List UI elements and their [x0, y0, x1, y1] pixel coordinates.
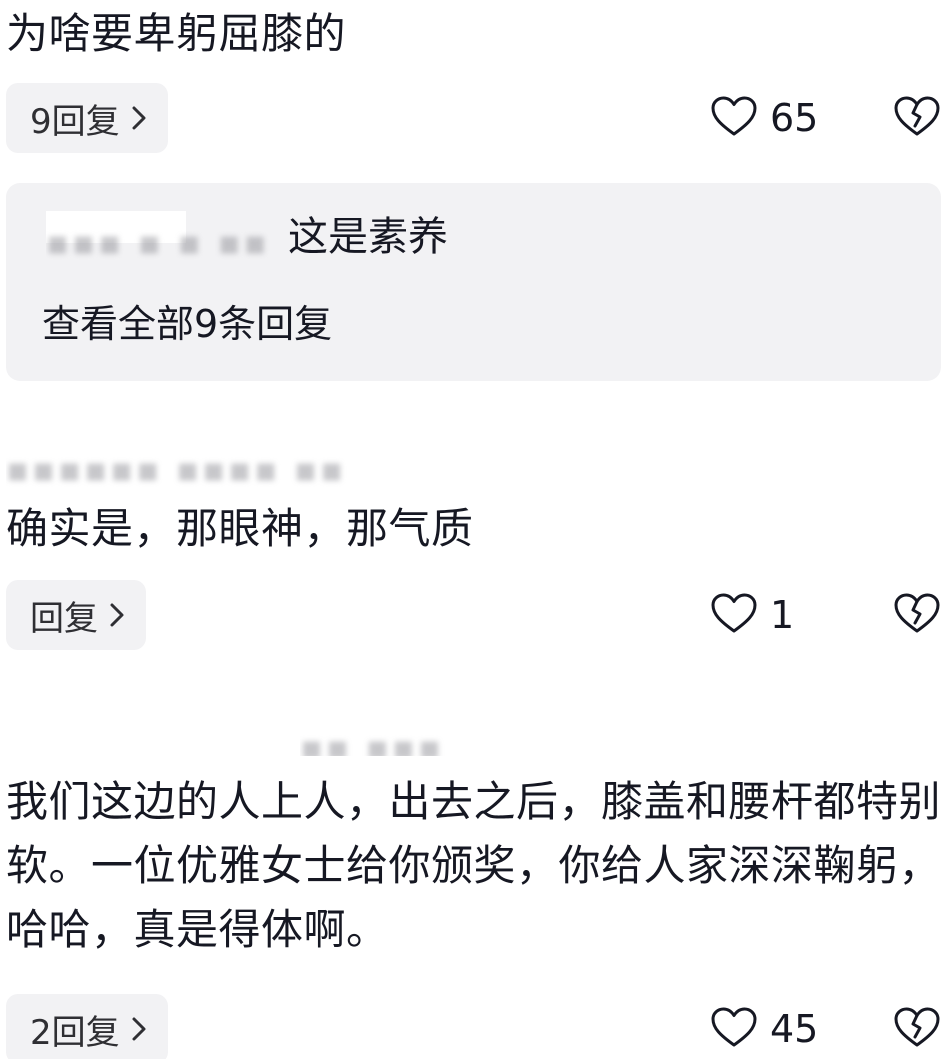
sub-reply-username: ▪▪▪ ▪ ▪ ▪▪ , — [46, 211, 281, 261]
comment-author[interactable]: ▪▪▪▪▪▪ ▪▪▪▪ ▪▪ — [6, 450, 466, 490]
blurred-username: ▪▪▪ ▪ ▪ ▪▪ , — [46, 223, 281, 261]
chevron-right-icon — [108, 602, 126, 628]
like-button[interactable]: 45 — [710, 1006, 818, 1052]
broken-heart-icon — [893, 592, 941, 638]
comment-actions: 1 — [710, 580, 947, 650]
blurred-username: ▪▪ ▪▪▪ — [300, 728, 445, 756]
view-all-replies-link[interactable]: 查看全部9条回复 — [42, 295, 332, 353]
like-count: 65 — [770, 96, 819, 140]
comment-list: { "comments": [ { "text": "为啥要卑躬屈膝的", "r… — [0, 0, 947, 1059]
comment-actions: 45 — [710, 994, 947, 1059]
sub-reply-panel: ▪▪▪ ▪ ▪ ▪▪ , 这是素养 查看全部9条回复 — [6, 183, 941, 381]
comment-text: 为啥要卑躬屈膝的 — [6, 9, 347, 58]
comment-author[interactable]: ▪▪ ▪▪▪ — [300, 728, 470, 756]
reply-button[interactable]: 9回复 — [6, 83, 168, 153]
dislike-button[interactable] — [893, 592, 941, 638]
broken-heart-icon — [893, 95, 941, 141]
comment-text: 我们这边的人上人，出去之后，膝盖和腰杆都特别软。一位优雅女士给你颁奖，你给人家深… — [6, 777, 942, 954]
comment-actions: 65 — [710, 83, 947, 153]
comment-text: 确实是，那眼神，那气质 — [6, 504, 474, 553]
blurred-username: ▪▪▪▪▪▪ ▪▪▪▪ ▪▪ — [6, 450, 347, 490]
reply-label: 2回复 — [30, 1012, 120, 1053]
reply-button[interactable]: 2回复 — [6, 994, 168, 1059]
sub-reply-text: 这是素养 — [288, 214, 448, 260]
like-count: 45 — [770, 1007, 819, 1051]
heart-outline-icon — [710, 95, 758, 141]
like-count: 1 — [770, 593, 795, 637]
dislike-button[interactable] — [893, 1006, 941, 1052]
like-button[interactable]: 1 — [710, 592, 794, 638]
broken-heart-icon — [893, 1006, 941, 1052]
heart-outline-icon — [710, 592, 758, 638]
reply-button[interactable]: 回复 — [6, 580, 146, 650]
dislike-button[interactable] — [893, 95, 941, 141]
chevron-right-icon — [130, 105, 148, 131]
heart-outline-icon — [710, 1006, 758, 1052]
chevron-right-icon — [130, 1016, 148, 1042]
like-button[interactable]: 65 — [710, 95, 818, 141]
reply-label: 9回复 — [30, 101, 120, 142]
reply-label: 回复 — [30, 598, 98, 639]
